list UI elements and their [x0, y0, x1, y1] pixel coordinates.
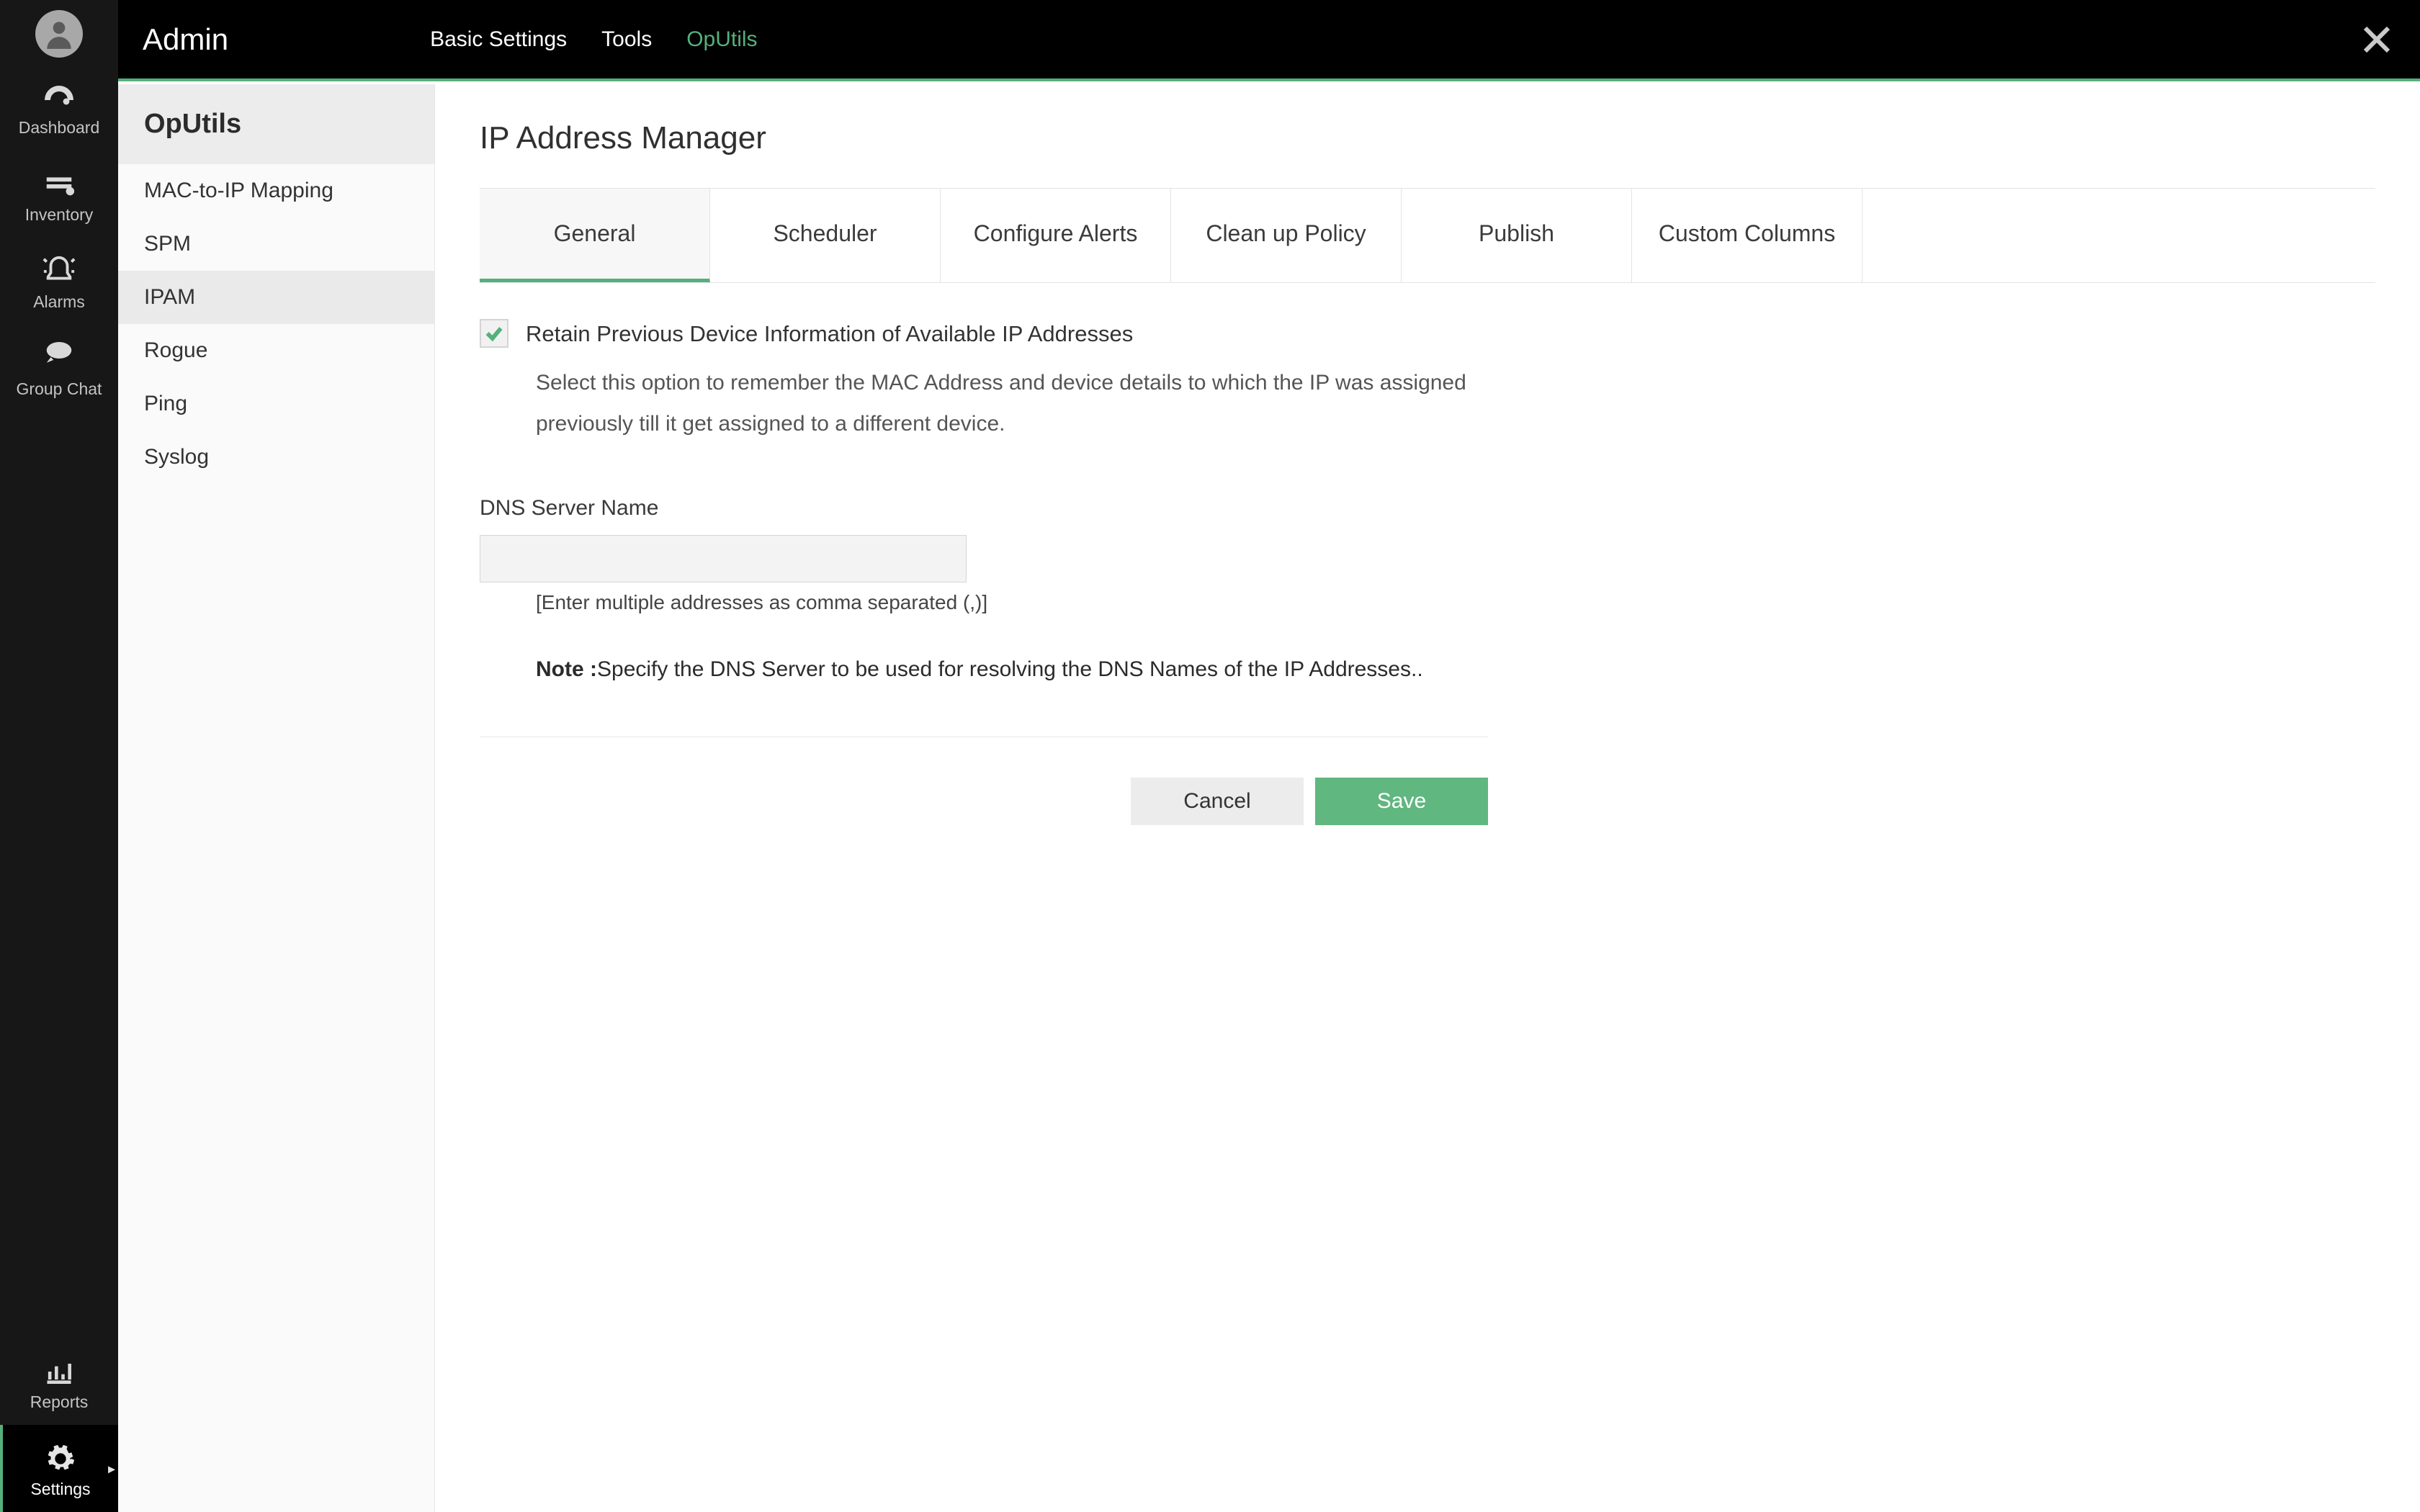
nav-item-label: Inventory: [25, 205, 94, 225]
dns-input[interactable]: [480, 535, 967, 582]
avatar-icon: [35, 10, 83, 58]
chat-icon: [42, 341, 76, 377]
nav-item-label: Settings: [30, 1480, 90, 1499]
sidebar-item-syslog[interactable]: Syslog: [118, 431, 434, 484]
cancel-button[interactable]: Cancel: [1131, 778, 1304, 825]
tab-cleanup-policy[interactable]: Clean up Policy: [1171, 189, 1402, 282]
nav-item-label: Group Chat: [17, 379, 102, 399]
sidebar-title: OpUtils: [118, 84, 434, 164]
tab-scheduler[interactable]: Scheduler: [710, 189, 941, 282]
header-tab-basic-settings[interactable]: Basic Settings: [430, 27, 567, 52]
header-tab-tools[interactable]: Tools: [601, 27, 652, 52]
gauge-icon: [42, 79, 76, 115]
header-tab-oputils[interactable]: OpUtils: [686, 27, 757, 52]
page-title: IP Address Manager: [480, 120, 2375, 156]
nav-rail: Dashboard Inventory Alarms Group Chat: [0, 0, 118, 1512]
dns-note-body: Specify the DNS Server to be used for re…: [597, 657, 1423, 681]
nav-alarms[interactable]: Alarms: [0, 238, 118, 325]
dns-note-prefix: Note :: [536, 657, 597, 681]
sidebar-item-spm[interactable]: SPM: [118, 217, 434, 271]
main: IP Address Manager General Scheduler Con…: [435, 84, 2420, 1512]
retain-checkbox-label: Retain Previous Device Information of Av…: [526, 319, 1133, 347]
tab-general[interactable]: General: [480, 189, 710, 282]
dns-field-label: DNS Server Name: [480, 496, 2375, 521]
retain-description: Select this option to remember the MAC A…: [536, 362, 1487, 444]
dns-hint: [Enter multiple addresses as comma separ…: [536, 591, 2375, 614]
header-title: Admin: [143, 22, 228, 57]
chart-icon: [43, 1354, 75, 1390]
avatar[interactable]: [0, 0, 118, 63]
nav-item-label: Alarms: [33, 292, 85, 312]
tab-configure-alerts[interactable]: Configure Alerts: [941, 189, 1171, 282]
chevron-right-icon: ▸: [108, 1459, 115, 1477]
tab-custom-columns[interactable]: Custom Columns: [1632, 189, 1863, 282]
second-sidebar: OpUtils MAC-to-IP Mapping SPM IPAM Rogue…: [118, 84, 435, 1512]
nav-item-label: Reports: [30, 1392, 89, 1412]
retain-checkbox[interactable]: [480, 319, 508, 348]
bell-icon: [42, 253, 76, 289]
close-icon[interactable]: [2360, 22, 2394, 57]
tab-publish[interactable]: Publish: [1402, 189, 1632, 282]
nav-settings[interactable]: Settings ▸: [0, 1425, 118, 1512]
sidebar-item-ping[interactable]: Ping: [118, 377, 434, 431]
save-button[interactable]: Save: [1315, 778, 1488, 825]
sidebar-item-mac-to-ip[interactable]: MAC-to-IP Mapping: [118, 164, 434, 217]
nav-groupchat[interactable]: Group Chat: [0, 325, 118, 412]
sidebar-item-ipam[interactable]: IPAM: [118, 271, 434, 324]
dns-note: Note :Specify the DNS Server to be used …: [536, 657, 1544, 682]
tab-bar: General Scheduler Configure Alerts Clean…: [480, 188, 2375, 283]
nav-dashboard[interactable]: Dashboard: [0, 63, 118, 150]
gear-icon: [44, 1441, 77, 1477]
nav-reports[interactable]: Reports: [0, 1338, 118, 1425]
nav-inventory[interactable]: Inventory: [0, 150, 118, 238]
nav-item-label: Dashboard: [19, 118, 100, 138]
header: Admin Basic Settings Tools OpUtils: [118, 0, 2420, 81]
cube-icon: [42, 166, 76, 202]
sidebar-item-rogue[interactable]: Rogue: [118, 324, 434, 377]
